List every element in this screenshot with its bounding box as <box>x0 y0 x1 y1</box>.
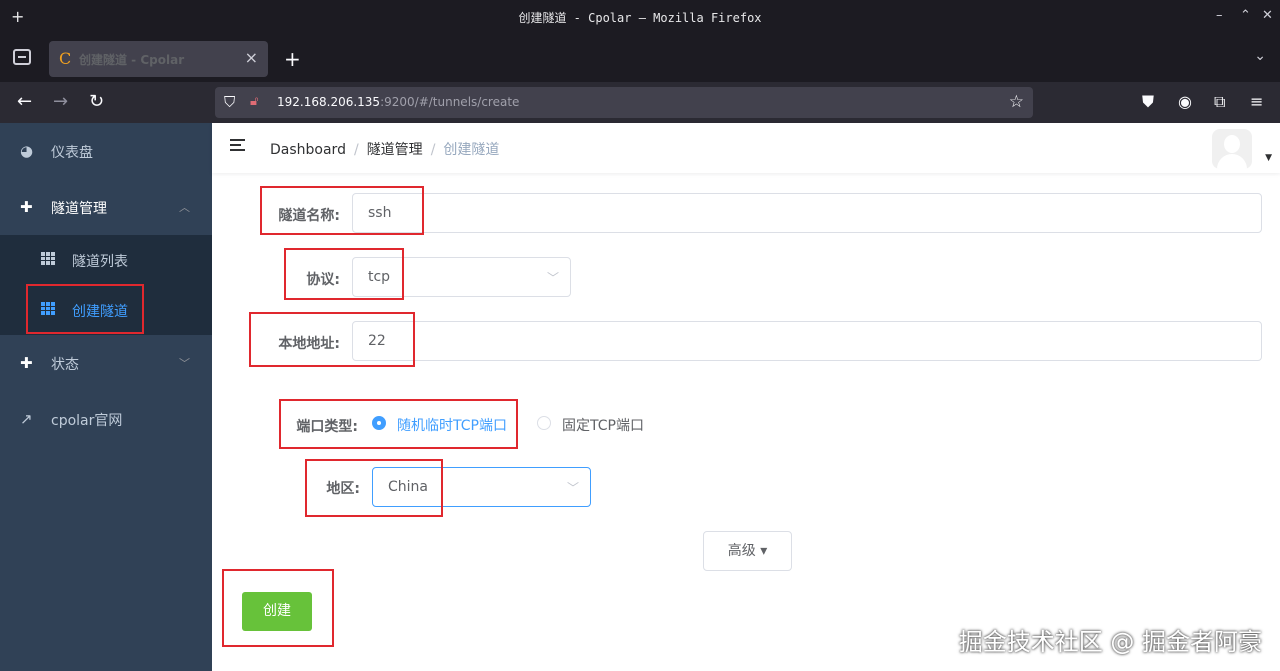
sidebar-item-status[interactable]: ✚ 状态 ﹀ <box>0 335 212 391</box>
tunnel-name-input[interactable]: ssh <box>352 193 1262 233</box>
account-icon[interactable]: ◉ <box>1178 92 1192 111</box>
bookmark-star-icon[interactable]: ☆ <box>1009 92 1024 112</box>
status-icon: ✚ <box>20 354 33 372</box>
sidebar-item-label: cpolar官网 <box>51 413 123 429</box>
url-bar[interactable]: ⛉ 🔓︎ 192.168.206.135:9200/#/tunnels/crea… <box>215 87 1033 118</box>
sidebar-item-label: 隧道管理 <box>51 201 107 217</box>
chevron-down-icon: ﹀ <box>179 357 190 370</box>
sidebar: ◕ 仪表盘 ✚ 隧道管理 ︿ 隧道列表 创建隧道 ✚ 状态 ﹀ ↗ cpolar… <box>0 123 212 671</box>
tab-list-icon[interactable] <box>13 49 31 65</box>
sidebar-item-label: 隧道列表 <box>72 254 128 270</box>
chevron-up-icon: ︿ <box>179 201 190 214</box>
navigation-toolbar: ← → ↻ ⛉ 🔓︎ 192.168.206.135:9200/#/tunnel… <box>0 82 1280 123</box>
page-header: Dashboard / 隧道管理 / 创建隧道 ▼ <box>212 123 1280 173</box>
new-tab-icon[interactable]: + <box>284 47 301 71</box>
local-address-input[interactable]: 22 <box>352 321 1262 361</box>
highlight-box <box>305 459 443 517</box>
breadcrumb-dashboard[interactable]: Dashboard <box>270 142 346 158</box>
breadcrumb-current: 创建隧道 <box>443 142 500 158</box>
insecure-lock-icon[interactable]: 🔓︎ <box>250 94 258 109</box>
watermark: 掘金技术社区 @ 掘金者阿豪 <box>958 628 1262 656</box>
external-link-icon: ↗ <box>20 410 33 428</box>
forward-icon[interactable]: → <box>53 91 68 112</box>
tunnel-icon: ✚ <box>20 198 33 216</box>
avatar[interactable] <box>1212 129 1252 169</box>
sidebar-item-label: 仪表盘 <box>51 145 93 161</box>
highlight-box <box>26 284 144 334</box>
window-title: 创建隧道 - Cpolar — Mozilla Firefox <box>518 11 762 25</box>
sidebar-item-cpolar-site[interactable]: ↗ cpolar官网 <box>0 391 212 447</box>
breadcrumb: Dashboard / 隧道管理 / 创建隧道 <box>270 142 500 158</box>
minimize-icon[interactable]: – <box>1216 8 1223 23</box>
pocket-icon[interactable]: ⛊ <box>1142 92 1154 112</box>
restore-icon[interactable]: ⌃ <box>1240 8 1251 23</box>
highlight-box <box>249 312 415 367</box>
sidebar-item-dashboard[interactable]: ◕ 仪表盘 <box>0 123 212 179</box>
highlight-box <box>260 186 424 235</box>
extensions-icon[interactable]: ⧉ <box>1214 92 1225 112</box>
highlight-box <box>284 248 404 300</box>
table-icon <box>41 252 55 265</box>
advanced-button[interactable]: 高级 ▾ <box>703 531 792 571</box>
close-tab-icon[interactable]: × <box>245 48 258 67</box>
close-window-icon[interactable]: ✕ <box>1262 8 1273 23</box>
cpolar-favicon-icon: C <box>59 49 72 68</box>
window-titlebar: + 创建隧道 - Cpolar — Mozilla Firefox – ⌃ ✕ <box>0 0 1280 34</box>
advanced-label: 高级 <box>727 543 756 559</box>
radio-fixed-tcp[interactable] <box>537 416 551 430</box>
shield-icon[interactable]: ⛉ <box>224 93 235 111</box>
url-text[interactable]: 192.168.206.135:9200/#/tunnels/create <box>277 95 519 109</box>
dashboard-icon: ◕ <box>20 142 34 160</box>
tab-strip: C 创建隧道 - Cpolar × + ⌄ <box>0 34 1280 82</box>
browser-tab[interactable]: C 创建隧道 - Cpolar × <box>49 41 268 77</box>
tab-title: 创建隧道 - Cpolar <box>79 53 185 67</box>
sidebar-item-label: 状态 <box>51 357 79 373</box>
caret-down-icon[interactable]: ▼ <box>1265 153 1272 163</box>
breadcrumb-tunnel-management[interactable]: 隧道管理 <box>367 142 423 158</box>
sidebar-item-tunnel-list[interactable]: 隧道列表 <box>0 235 212 285</box>
hamburger-icon[interactable] <box>230 139 245 151</box>
back-icon[interactable]: ← <box>17 91 32 112</box>
highlight-box <box>279 399 518 449</box>
sidebar-item-tunnel-management[interactable]: ✚ 隧道管理 ︿ <box>0 179 212 235</box>
highlight-box <box>222 569 334 647</box>
radio-fixed-tcp-label[interactable]: 固定TCP端口 <box>562 415 644 435</box>
chevron-down-icon: ﹀ <box>566 481 579 495</box>
chevron-down-icon: ﹀ <box>546 271 559 285</box>
menu-icon[interactable]: ≡ <box>1250 92 1263 111</box>
reload-icon[interactable]: ↻ <box>89 91 104 112</box>
list-all-tabs-icon[interactable]: ⌄ <box>1254 48 1266 64</box>
